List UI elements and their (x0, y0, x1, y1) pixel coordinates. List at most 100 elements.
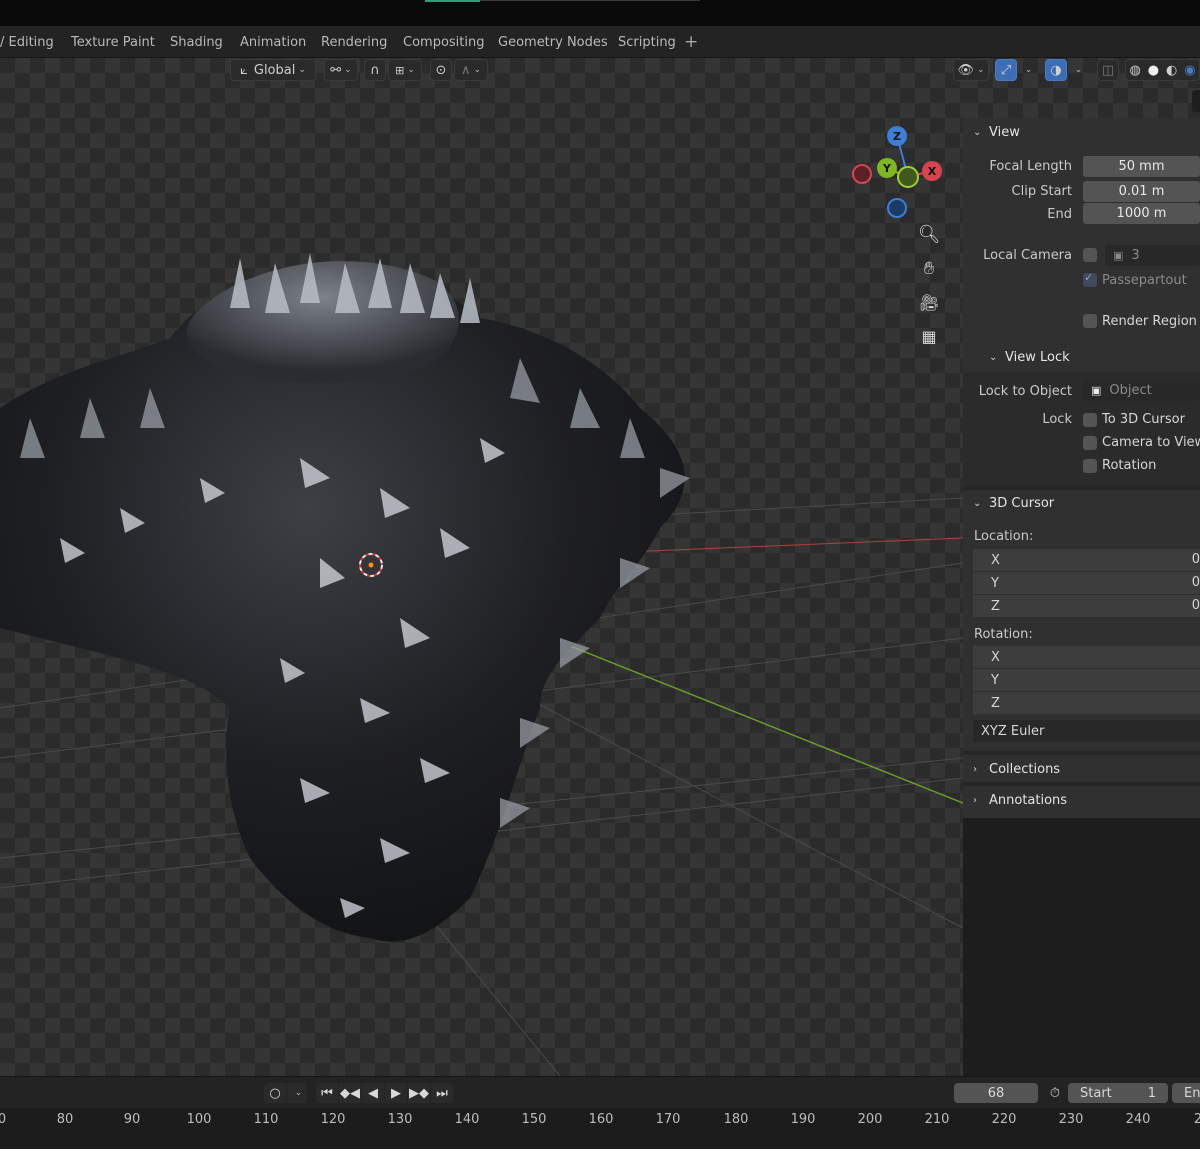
gizmo-x-axis[interactable]: X (922, 161, 942, 181)
ruler-tick: 230 (1058, 1112, 1084, 1127)
ruler-tick: 0 (0, 1112, 7, 1127)
gizmo-neg-x-axis[interactable] (852, 164, 872, 184)
rotation-mode-dropdown[interactable]: XYZ Euler (973, 720, 1200, 742)
render-region-label: Render Region (1102, 314, 1197, 329)
solid-shading-icon[interactable]: ● (1148, 63, 1159, 78)
cursor-rotation-x-field[interactable]: X (973, 646, 1200, 668)
cursor-rotation-z-field[interactable]: Z (973, 692, 1200, 714)
material-preview-icon[interactable]: ◐ (1166, 63, 1177, 78)
rendered-shading-icon[interactable]: ◉ (1184, 63, 1195, 78)
clip-start-label: Clip Start (1011, 184, 1072, 199)
local-camera-field[interactable]: ▣ 3 (1105, 245, 1200, 266)
collections-title: Collections (989, 761, 1061, 777)
add-workspace-button[interactable]: + (684, 32, 698, 52)
gizmo-z-axis[interactable]: Z (887, 126, 907, 146)
tab-rendering[interactable]: Rendering (321, 35, 387, 50)
chevron-down-icon: ⌄ (1074, 65, 1083, 75)
end-frame-field[interactable]: En (1172, 1083, 1200, 1103)
orientation-axes-icon: ⟀ (240, 62, 248, 78)
tab-shading[interactable]: Shading (170, 35, 223, 50)
play-reverse-button[interactable]: ◀ (362, 1083, 384, 1103)
annotations-section-header[interactable]: › Annotations (963, 786, 1200, 814)
next-keyframe-button[interactable]: ▶◆ (408, 1083, 430, 1103)
lock-to-object-label: Lock to Object (978, 384, 1072, 399)
cursor-rotation-y-field[interactable]: Y (973, 669, 1200, 691)
gizmo-neg-z-axis[interactable] (887, 198, 907, 218)
pivot-point-dropdown[interactable]: ⚯ ⌄ (324, 59, 358, 81)
tab-editing[interactable]: / Editing (0, 35, 54, 50)
snap-target-dropdown[interactable]: ⊞ ⌄ (388, 59, 422, 81)
local-camera-value: 3 (1131, 248, 1140, 263)
start-frame-field[interactable]: Start 1 (1068, 1083, 1168, 1103)
perspective-toggle-button[interactable]: ▦ (915, 322, 943, 350)
lock-to-object-field[interactable]: ▣ Object (1083, 380, 1200, 401)
lock-to-object-placeholder: Object (1109, 383, 1152, 398)
pan-button[interactable]: ✋︎ (915, 254, 943, 282)
transform-orientation-dropdown[interactable]: ⟀ Global ⌄ (230, 59, 316, 81)
jump-to-start-button[interactable]: ⏮ (316, 1083, 338, 1103)
ruler-tick: 150 (521, 1112, 547, 1127)
gizmo-y-axis[interactable]: Y (877, 158, 897, 178)
shading-mode-group: ◍ ● ◐ ◉ (1125, 59, 1200, 81)
timeline-ruler[interactable]: 0 80 90 100 110 120 130 140 150 160 170 … (0, 1108, 1200, 1149)
cursor-location-y-field[interactable]: Y 0 (973, 572, 1200, 594)
axis-z-label: Z (991, 598, 1000, 614)
ruler-tick: 110 (253, 1112, 279, 1127)
auto-keying-toggle[interactable]: ○ (264, 1083, 286, 1103)
ruler-tick: 130 (387, 1112, 413, 1127)
tab-geometry-nodes[interactable]: Geometry Nodes (498, 35, 608, 50)
ruler-tick: 190 (790, 1112, 816, 1127)
jump-to-end-button[interactable]: ⏭ (431, 1083, 453, 1103)
window-top-strip (0, 0, 1200, 26)
tab-scripting[interactable]: Scripting (618, 35, 676, 50)
view-lock-section-header[interactable]: ⌄ View Lock (979, 343, 1200, 371)
lock-to-3d-cursor-checkbox[interactable] (1083, 413, 1097, 427)
current-frame-field[interactable]: 68 (954, 1083, 1038, 1103)
clip-end-label: End (1047, 207, 1072, 222)
local-camera-checkbox[interactable] (1083, 248, 1097, 262)
cursor-location-z-field[interactable]: Z 0 (973, 595, 1200, 617)
gizmo-neg-y-axis[interactable] (897, 166, 919, 188)
view-section-header[interactable]: ⌄ View (963, 118, 1200, 146)
clip-start-field[interactable]: 0.01 m (1083, 181, 1200, 202)
overlays-options-dropdown[interactable]: ⌄ (1069, 59, 1085, 81)
3d-cursor-section-header[interactable]: ⌄ 3D Cursor (963, 489, 1200, 517)
tab-compositing[interactable]: Compositing (403, 35, 485, 50)
xray-toggle[interactable]: ◫ (1097, 59, 1119, 81)
checkmark-icon: ✓ (1084, 271, 1094, 284)
3d-viewport[interactable]: ⟀ Global ⌄ ⚯ ⌄ ∩ ⊞ ⌄ ⊙ ∧ ⌄ Z X Y 🔍︎ ✋︎ 🎥︎ ▦ (0, 58, 963, 1076)
play-button[interactable]: ▶ (385, 1083, 407, 1103)
sidebar-tab-handle[interactable] (1192, 90, 1200, 112)
chevron-down-icon: ⌄ (407, 65, 415, 75)
overlays-toggle[interactable]: ◑ (1045, 59, 1067, 81)
collections-section-header[interactable]: › Collections (963, 755, 1200, 783)
cursor-location-x-field[interactable]: X 0 (973, 549, 1200, 571)
wireframe-shading-icon[interactable]: ◍ (1129, 63, 1140, 78)
previous-keyframe-button[interactable]: ◆◀ (339, 1083, 361, 1103)
falloff-dropdown[interactable]: ∧ ⌄ (454, 59, 488, 81)
tab-texture-paint[interactable]: Texture Paint (71, 35, 155, 50)
lock-rotation-checkbox[interactable] (1083, 459, 1097, 473)
snap-toggle[interactable]: ∩ (364, 59, 386, 81)
gizmo-toggle[interactable]: ⤢ (995, 59, 1017, 81)
focal-length-field[interactable]: 50 mm (1083, 156, 1200, 177)
clip-end-field[interactable]: 1000 m (1083, 203, 1200, 224)
axis-y-label: Y (991, 575, 999, 591)
viewport-scene (0, 135, 963, 1076)
render-region-checkbox[interactable] (1083, 314, 1097, 328)
next-keyframe-icon: ▶◆ (409, 1085, 429, 1101)
keying-options-dropdown[interactable]: ⌄ (287, 1083, 307, 1103)
proportional-editing-toggle[interactable]: ⊙ (430, 59, 452, 81)
orientation-label: Global (253, 62, 296, 78)
passepartout-checkbox[interactable]: ✓ (1083, 271, 1097, 287)
tab-animation[interactable]: Animation (240, 35, 306, 50)
pivot-icon: ⚯ (330, 62, 342, 78)
playback-timer-button[interactable]: ⏱ (1044, 1083, 1066, 1103)
gizmo-options-dropdown[interactable]: ⌄ (1019, 59, 1035, 81)
zoom-button[interactable]: 🔍︎ (915, 220, 943, 248)
view-section-title: View (989, 124, 1020, 140)
camera-to-view-checkbox[interactable] (1083, 436, 1097, 450)
visibility-dropdown[interactable]: 👁︎ ⌄ (953, 59, 989, 81)
camera-view-button[interactable]: 🎥︎ (915, 288, 943, 316)
workspace-tab-bar: / Editing Texture Paint Shading Animatio… (0, 26, 1200, 58)
